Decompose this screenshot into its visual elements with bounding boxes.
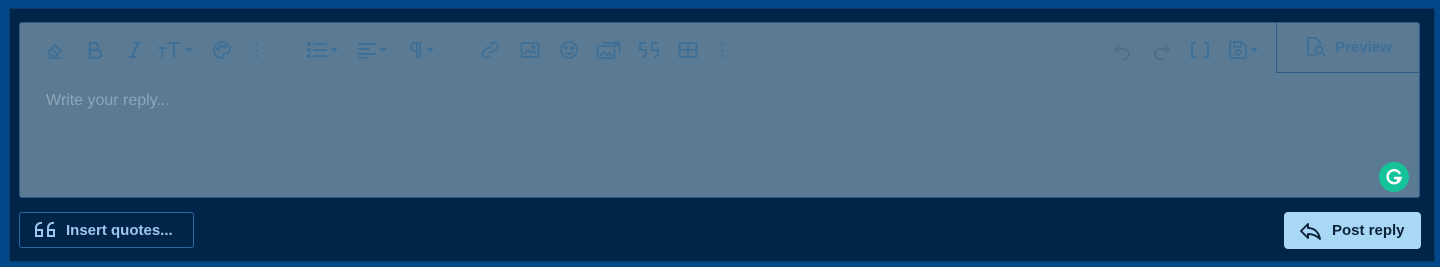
list-icon[interactable]: [304, 36, 340, 64]
image-icon[interactable]: [518, 36, 542, 64]
preview-button[interactable]: Preview: [1276, 22, 1420, 73]
more-options-icon[interactable]: [253, 36, 259, 64]
reply-icon: [1298, 221, 1322, 241]
post-reply-label: Post reply: [1332, 222, 1405, 239]
media-icon[interactable]: [595, 36, 623, 64]
eraser-icon[interactable]: [44, 36, 66, 64]
undo-icon[interactable]: [1110, 36, 1134, 64]
text-size-icon[interactable]: [156, 36, 194, 64]
smiley-icon[interactable]: [557, 36, 581, 64]
italic-icon[interactable]: [124, 36, 146, 64]
editor-toolbar: Preview: [20, 22, 1420, 77]
quote-icon: [32, 221, 56, 239]
post-reply-button[interactable]: Post reply: [1284, 212, 1421, 249]
preview-label: Preview: [1335, 38, 1392, 56]
palette-icon[interactable]: [210, 36, 234, 64]
insert-quotes-button[interactable]: Insert quotes...: [19, 212, 194, 248]
save-draft-icon[interactable]: [1225, 36, 1261, 64]
grammarly-icon[interactable]: [1379, 162, 1409, 192]
redo-icon[interactable]: [1150, 36, 1174, 64]
align-icon[interactable]: [354, 36, 390, 64]
more-options-icon[interactable]: [719, 36, 725, 64]
link-icon[interactable]: [478, 36, 502, 64]
quote-icon[interactable]: [636, 36, 662, 64]
paragraph-icon[interactable]: [404, 36, 438, 64]
panel-notch: [0, 32, 9, 52]
reply-editor[interactable]: Preview: [19, 22, 1420, 198]
bbcode-toggle-icon[interactable]: [1188, 36, 1212, 64]
bold-icon[interactable]: [84, 36, 106, 64]
preview-icon: [1305, 36, 1327, 58]
table-icon[interactable]: [676, 36, 700, 64]
insert-quotes-label: Insert quotes...: [66, 221, 173, 239]
reply-textarea[interactable]: [44, 91, 1348, 111]
